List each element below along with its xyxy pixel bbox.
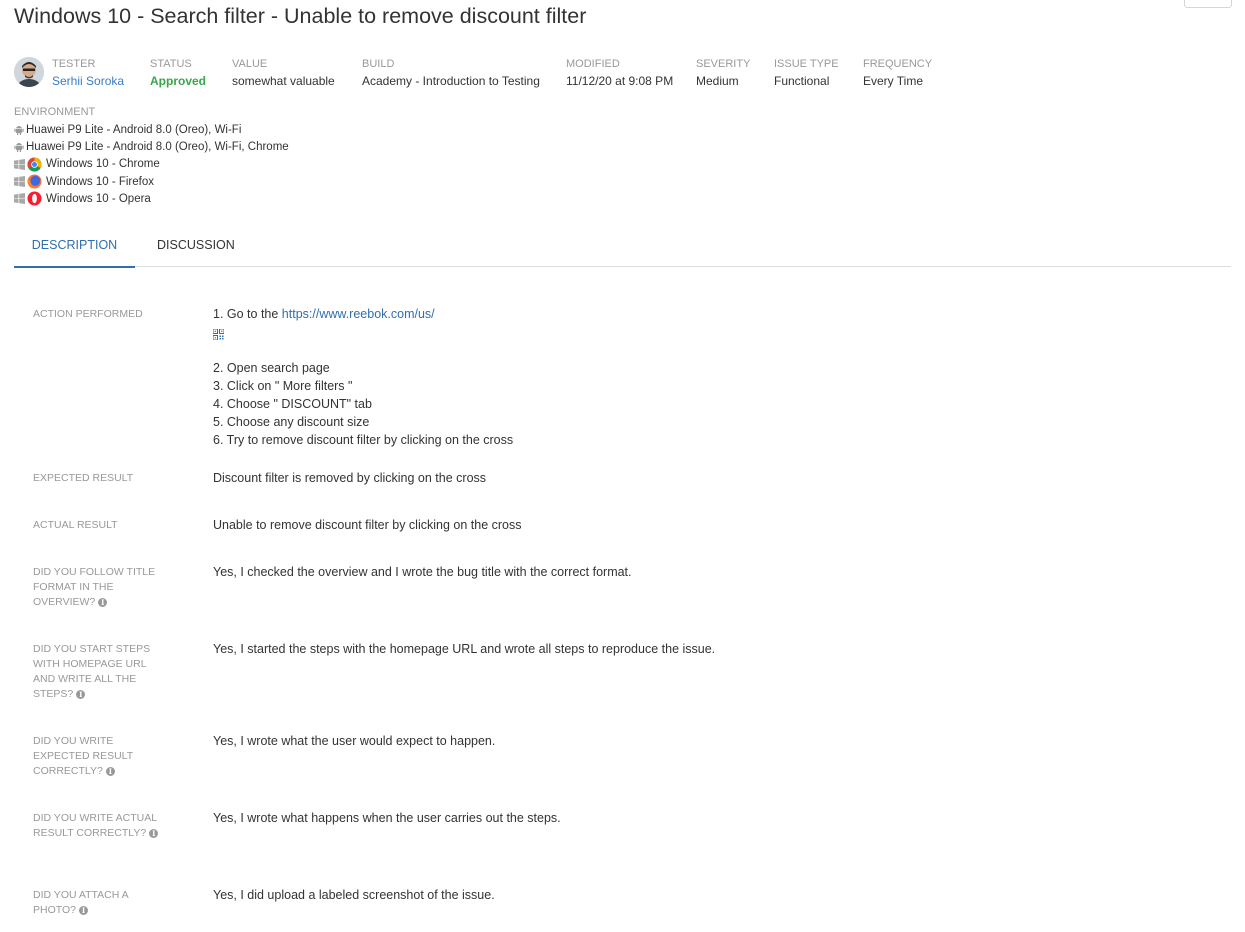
- meta-status: STATUS Approved: [150, 57, 206, 89]
- value-label: VALUE: [232, 58, 268, 70]
- question-steps-text: DID YOU START STEPS WITH HOMEPAGE URL AN…: [33, 643, 151, 700]
- actual-result-value: Unable to remove discount filter by clic…: [213, 518, 522, 532]
- status-label: STATUS: [150, 58, 192, 70]
- environment-text: Windows 10 - Opera: [46, 192, 151, 205]
- tester-label: TESTER: [52, 58, 96, 70]
- qr-code-icon[interactable]: [212, 327, 225, 345]
- environment-label: ENVIRONMENT: [14, 106, 96, 118]
- question-expected-label: DID YOU WRITE EXPECTED RESULT CORRECTLY?…: [33, 734, 168, 779]
- chrome-icon: [27, 157, 42, 172]
- reebok-link[interactable]: https://www.reebok.com/us/: [282, 307, 435, 321]
- question-actual-answer: Yes, I wrote what happens when the user …: [213, 811, 561, 825]
- info-icon[interactable]: i: [149, 828, 159, 838]
- tester-link[interactable]: Serhii Soroka: [52, 73, 124, 89]
- step-2: 2. Open search page: [213, 361, 330, 375]
- step-5: 5. Choose any discount size: [213, 415, 370, 429]
- page-title: Windows 10 - Search filter - Unable to r…: [14, 4, 587, 28]
- question-title-format-text: DID YOU FOLLOW TITLE FORMAT IN THE OVERV…: [33, 566, 156, 608]
- step-1-text: 1. Go to the: [213, 307, 282, 321]
- step-4: 4. Choose " DISCOUNT" tab: [213, 397, 372, 411]
- meta-issue-type: ISSUE TYPE Functional: [774, 57, 839, 89]
- question-title-format-label: DID YOU FOLLOW TITLE FORMAT IN THE OVERV…: [33, 565, 168, 610]
- build-value: Academy - Introduction to Testing: [362, 74, 540, 88]
- info-icon[interactable]: i: [98, 597, 108, 607]
- modified-value: 11/12/20 at 9:08 PM: [566, 74, 674, 88]
- environment-text: Huawei P9 Lite - Android 8.0 (Oreo), Wi-…: [26, 140, 289, 153]
- severity-value: Medium: [696, 74, 739, 88]
- environment-text: Huawei P9 Lite - Android 8.0 (Oreo), Wi-…: [26, 123, 242, 136]
- question-steps-label: DID YOU START STEPS WITH HOMEPAGE URL AN…: [33, 642, 168, 702]
- severity-label: SEVERITY: [696, 58, 751, 70]
- opera-icon: [27, 191, 42, 206]
- question-actual-label: DID YOU WRITE ACTUAL RESULT CORRECTLY? i: [33, 811, 168, 841]
- question-actual-text: DID YOU WRITE ACTUAL RESULT CORRECTLY?: [33, 812, 157, 839]
- windows-icon: [14, 176, 25, 188]
- build-label: BUILD: [362, 58, 395, 70]
- step-3: 3. Click on " More filters ": [213, 379, 353, 393]
- avatar: [14, 57, 44, 87]
- meta-value: VALUE somewhat valuable: [232, 57, 335, 89]
- tab-description[interactable]: DESCRIPTION: [14, 227, 135, 268]
- firefox-icon: [27, 174, 42, 189]
- environment-item: Huawei P9 Lite - Android 8.0 (Oreo), Wi-…: [14, 138, 289, 155]
- environment-item: Windows 10 - Firefox: [14, 173, 289, 190]
- step-1: 1. Go to the https://www.reebok.com/us/: [213, 307, 435, 321]
- modified-label: MODIFIED: [566, 58, 620, 70]
- status-badge: Approved: [150, 74, 207, 88]
- environment-text: Windows 10 - Firefox: [46, 175, 155, 188]
- frequency-label: FREQUENCY: [863, 58, 933, 70]
- question-photo-label: DID YOU ATTACH A PHOTO? i: [33, 888, 168, 918]
- step-6: 6. Try to remove discount filter by clic…: [213, 433, 514, 447]
- value-value: somewhat valuable: [232, 74, 335, 88]
- android-icon: [14, 143, 24, 153]
- info-icon[interactable]: i: [76, 689, 86, 699]
- meta-tester: TESTER Serhii Soroka: [52, 57, 124, 89]
- action-performed-label: ACTION PERFORMED: [33, 308, 143, 320]
- environment-item: Windows 10 - Opera: [14, 190, 289, 207]
- windows-icon: [14, 193, 25, 205]
- expected-result-label: EXPECTED RESULT: [33, 472, 134, 484]
- meta-build: BUILD Academy - Introduction to Testing: [362, 57, 540, 89]
- expected-result-value: Discount filter is removed by clicking o…: [213, 471, 487, 485]
- meta-severity: SEVERITY Medium: [696, 57, 750, 89]
- environment-item: Huawei P9 Lite - Android 8.0 (Oreo), Wi-…: [14, 121, 289, 138]
- tab-discussion[interactable]: DISCUSSION: [157, 227, 235, 266]
- environment-list: Huawei P9 Lite - Android 8.0 (Oreo), Wi-…: [14, 121, 289, 207]
- tab-bar: DESCRIPTION DISCUSSION: [14, 227, 1231, 268]
- environment-item: Windows 10 - Chrome: [14, 156, 289, 173]
- top-right-button[interactable]: [1184, 0, 1232, 8]
- issue-type-value: Functional: [774, 74, 830, 88]
- question-title-format-answer: Yes, I checked the overview and I wrote …: [213, 565, 632, 579]
- info-icon[interactable]: i: [105, 766, 115, 776]
- meta-frequency: FREQUENCY Every Time: [863, 57, 932, 89]
- frequency-value: Every Time: [863, 74, 924, 88]
- question-photo-answer: Yes, I did upload a labeled screenshot o…: [213, 888, 495, 902]
- issue-type-label: ISSUE TYPE: [774, 58, 839, 70]
- android-icon: [14, 126, 24, 136]
- actual-result-label: ACTUAL RESULT: [33, 519, 118, 531]
- question-expected-text: DID YOU WRITE EXPECTED RESULT CORRECTLY?: [33, 735, 133, 777]
- question-expected-answer: Yes, I wrote what the user would expect …: [213, 734, 496, 748]
- meta-modified: MODIFIED 11/12/20 at 9:08 PM: [566, 57, 673, 89]
- info-icon[interactable]: i: [78, 905, 88, 915]
- question-steps-answer: Yes, I started the steps with the homepa…: [213, 642, 716, 656]
- windows-icon: [14, 158, 25, 170]
- environment-text: Windows 10 - Chrome: [46, 158, 160, 171]
